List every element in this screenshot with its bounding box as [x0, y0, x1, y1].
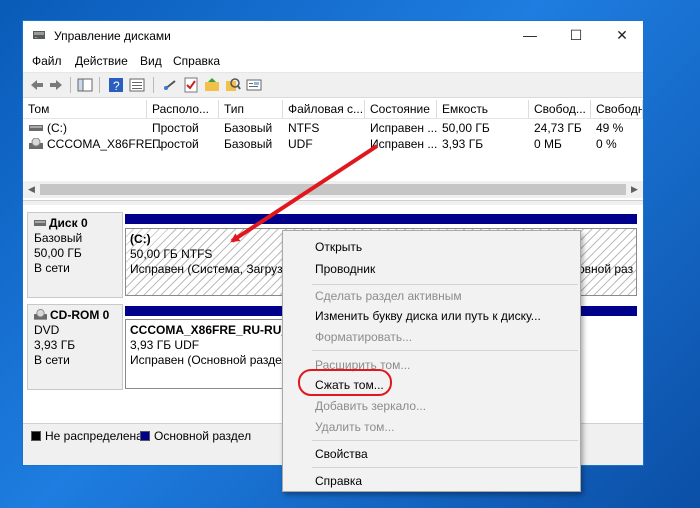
- menu-item-explorer[interactable]: Проводник: [315, 262, 375, 276]
- menu-item-help[interactable]: Справка: [315, 474, 362, 488]
- menu-item-mark-active[interactable]: Сделать раздел активным: [315, 289, 462, 303]
- menu-separator: [312, 440, 578, 441]
- menu-separator: [312, 467, 578, 468]
- menu-separator: [312, 350, 578, 351]
- menu-item-delete-volume[interactable]: Удалить том...: [315, 420, 394, 434]
- menu-separator: [312, 284, 578, 285]
- menu-item-properties[interactable]: Свойства: [315, 447, 368, 461]
- highlight-ring: [298, 369, 392, 396]
- menu-item-add-mirror[interactable]: Добавить зеркало...: [315, 399, 426, 413]
- menu-item-open[interactable]: Открыть: [315, 240, 362, 254]
- menu-item-format[interactable]: Форматировать...: [315, 330, 412, 344]
- context-menu: Открыть Проводник Сделать раздел активны…: [282, 230, 581, 492]
- menu-item-change-letter[interactable]: Изменить букву диска или путь к диску...: [315, 309, 541, 323]
